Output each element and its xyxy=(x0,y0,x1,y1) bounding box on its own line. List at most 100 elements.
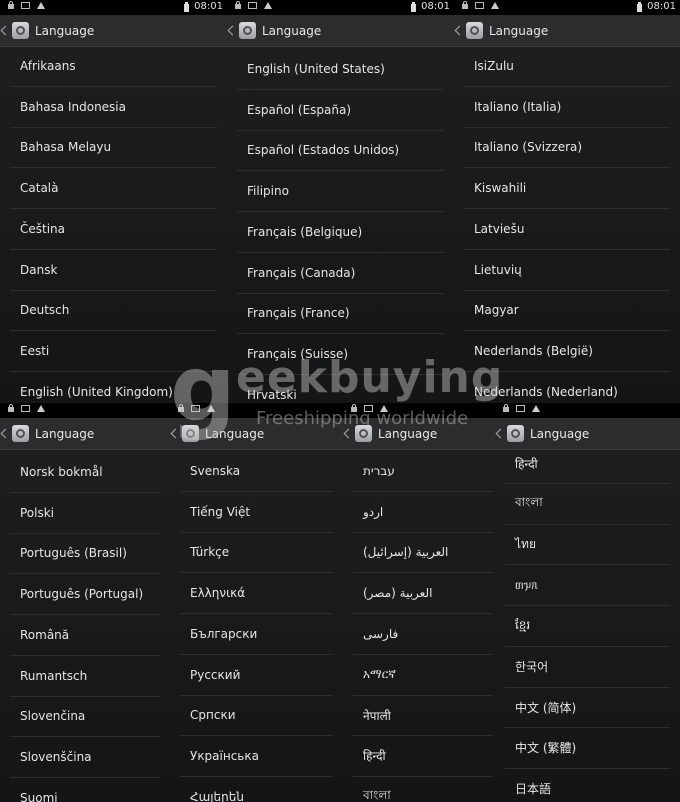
notification-icon xyxy=(364,405,373,412)
language-list-item[interactable]: Kiswahili xyxy=(464,168,670,210)
language-name: Norsk bokmål xyxy=(20,465,103,479)
language-list-item[interactable]: ខ្មែរ xyxy=(505,606,670,647)
language-name: Português (Portugal) xyxy=(20,587,144,602)
language-list-item[interactable]: Polski xyxy=(10,493,160,534)
language-list-item[interactable]: فارسی xyxy=(353,614,493,655)
language-name: 中文 (繁體) xyxy=(515,741,577,756)
settings-gear-icon[interactable] xyxy=(507,425,524,442)
warning-icon xyxy=(37,2,45,9)
language-list-item[interactable]: Čeština xyxy=(10,209,217,250)
language-list-item[interactable]: Ελληνικά xyxy=(180,573,333,615)
language-list-item[interactable]: Svenska xyxy=(180,451,333,492)
language-name: Nederlands (België) xyxy=(474,343,593,358)
language-list-item[interactable]: Català xyxy=(10,168,217,210)
settings-gear-icon[interactable] xyxy=(239,22,256,39)
language-list-item[interactable]: Српски xyxy=(180,695,333,737)
warning-icon xyxy=(264,2,272,9)
language-list-item[interactable]: नेपाली xyxy=(353,695,493,737)
language-list-item[interactable]: Français (Suisse) xyxy=(237,334,444,375)
language-list-item[interactable]: اردو xyxy=(353,492,493,533)
language-list-item[interactable]: English (United States) xyxy=(237,49,444,90)
language-list-item[interactable]: Slovenščina xyxy=(10,737,160,778)
language-name: Magyar xyxy=(474,303,519,318)
back-chevron-icon[interactable] xyxy=(343,428,354,439)
language-list-item[interactable]: Română xyxy=(10,615,160,656)
language-list-item[interactable]: Norsk bokmål xyxy=(10,452,160,493)
language-name: فارسی xyxy=(363,626,399,641)
language-name: Français (Belgique) xyxy=(247,224,363,239)
language-list-item[interactable]: Français (France) xyxy=(237,293,444,335)
action-bar-title: Language xyxy=(35,426,95,441)
language-list-item[interactable]: Nederlands (Nederland) xyxy=(464,372,670,403)
language-list-item[interactable]: हिन्दी xyxy=(353,736,493,777)
language-list-item[interactable]: العربية (إسرائيل) xyxy=(353,532,493,574)
back-chevron-icon[interactable] xyxy=(0,25,11,36)
language-list-item[interactable]: አማርኛ xyxy=(353,655,493,696)
language-list-item[interactable]: Lietuvių xyxy=(464,250,670,291)
language-list-item[interactable]: Português (Brasil) xyxy=(10,533,160,575)
notification-icon xyxy=(191,405,200,412)
language-list-item[interactable]: Français (Belgique) xyxy=(237,212,444,253)
back-chevron-icon[interactable] xyxy=(227,25,238,36)
language-list-item[interactable]: Magyar xyxy=(464,290,670,332)
settings-gear-icon[interactable] xyxy=(12,22,29,39)
language-name: Русский xyxy=(190,667,241,682)
language-name: العربية (إسرائيل) xyxy=(363,545,449,560)
language-name: Français (Canada) xyxy=(247,265,356,280)
language-list-item[interactable]: Rumantsch xyxy=(10,656,160,697)
language-list-item[interactable]: Afrikaans xyxy=(10,46,217,87)
settings-gear-icon[interactable] xyxy=(466,22,483,39)
language-list-item[interactable]: हिन्दी xyxy=(505,443,670,484)
language-list-item[interactable]: 한국어 xyxy=(505,647,670,688)
language-list-item[interactable]: বাংলা xyxy=(505,484,670,525)
language-list-item[interactable]: Eesti xyxy=(10,331,217,372)
language-name: Bahasa Melayu xyxy=(20,140,112,155)
language-list-item[interactable]: Türkçe xyxy=(180,532,333,574)
language-list-item[interactable]: Bahasa Melayu xyxy=(10,127,217,169)
settings-gear-icon[interactable] xyxy=(12,425,29,442)
language-list-item[interactable]: Slovenčina xyxy=(10,696,160,738)
language-list-item[interactable]: Italiano (Italia) xyxy=(464,87,670,128)
back-chevron-icon[interactable] xyxy=(0,428,11,439)
language-list-item[interactable]: Português (Portugal) xyxy=(10,574,160,616)
language-name: Slovenčina xyxy=(20,709,86,724)
language-list-item[interactable]: 中文 (繁體) xyxy=(505,728,670,769)
back-chevron-icon[interactable] xyxy=(170,428,181,439)
language-list-item[interactable]: Filipino xyxy=(237,171,444,213)
language-list-item[interactable]: Español (España) xyxy=(237,90,444,131)
language-list-item[interactable]: Nederlands (België) xyxy=(464,331,670,372)
language-list-item[interactable]: Suomi xyxy=(10,778,160,802)
language-list-item[interactable]: ᥖᥭᥰ xyxy=(505,565,670,607)
language-list-item[interactable]: Tiếng Việt xyxy=(180,492,333,533)
language-name: العربية (مصر) xyxy=(363,586,433,601)
language-list-item[interactable]: Latviešu xyxy=(464,209,670,250)
language-list-item[interactable]: 日本語 xyxy=(505,769,670,802)
language-list-item[interactable]: Русский xyxy=(180,655,333,696)
language-list-item[interactable]: Български xyxy=(180,614,333,655)
language-list-item[interactable]: Українська xyxy=(180,736,333,777)
language-list-item[interactable]: Italiano (Svizzera) xyxy=(464,127,670,169)
battery-icon xyxy=(184,1,190,12)
action-bar: Language xyxy=(170,418,343,450)
language-list-item[interactable]: Español (Estados Unidos) xyxy=(237,130,444,172)
language-list-item[interactable]: Հայերեն xyxy=(180,777,333,802)
action-bar: Language xyxy=(454,15,680,47)
language-list-item[interactable]: Français (Canada) xyxy=(237,253,444,294)
language-name: Eesti xyxy=(20,343,50,358)
settings-gear-icon[interactable] xyxy=(182,425,199,442)
language-list-item[interactable]: Hrvatski xyxy=(237,375,444,403)
language-list-item[interactable]: العربية (مصر) xyxy=(353,573,493,615)
back-chevron-icon[interactable] xyxy=(454,25,465,36)
language-list-item[interactable]: עברית xyxy=(353,451,493,492)
language-list-item[interactable]: Deutsch xyxy=(10,290,217,332)
language-list-item[interactable]: 中文 (简体) xyxy=(505,687,670,729)
language-list-item[interactable]: Bahasa Indonesia xyxy=(10,87,217,128)
language-name: বাংলা xyxy=(515,494,543,509)
language-list-item[interactable]: English (United Kingdom) xyxy=(10,372,217,403)
language-list-item[interactable]: ไทย xyxy=(505,524,670,566)
settings-gear-icon[interactable] xyxy=(355,425,372,442)
language-list-item[interactable]: Dansk xyxy=(10,250,217,291)
language-list-item[interactable]: IsiZulu xyxy=(464,46,670,87)
language-list-item[interactable]: বাংলা xyxy=(353,777,493,802)
back-chevron-icon[interactable] xyxy=(495,428,506,439)
